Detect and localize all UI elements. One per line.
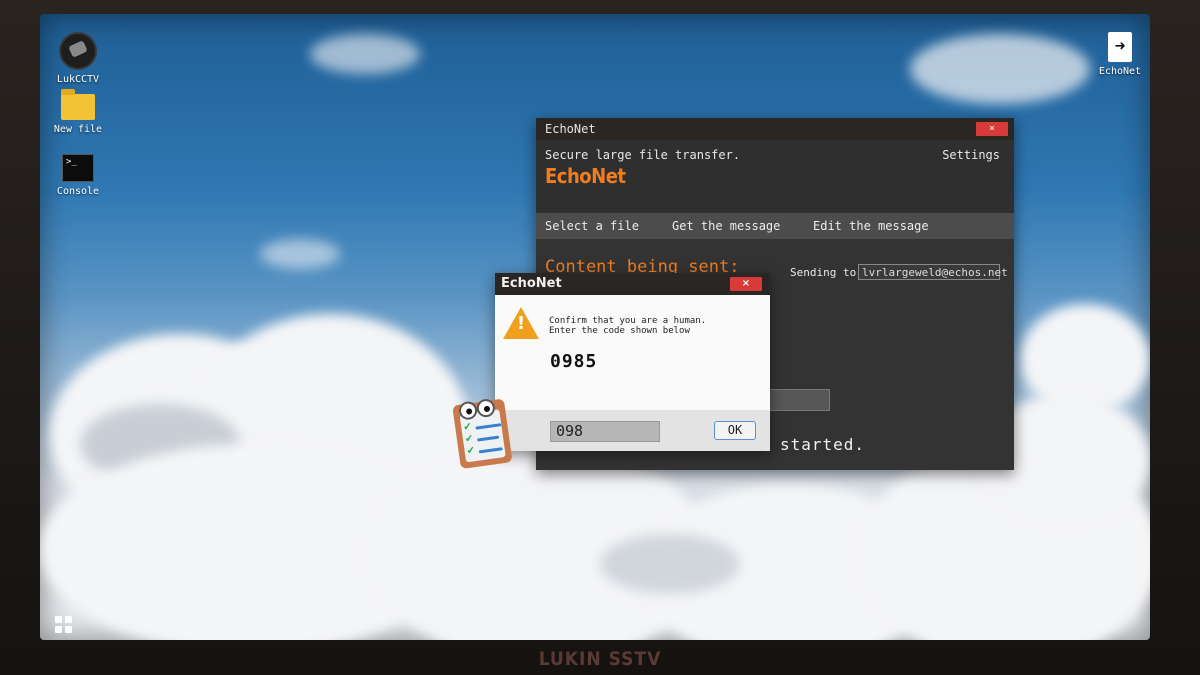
app-subtitle: Secure large file transfer. xyxy=(545,148,741,162)
tab-bar: Select a file Get the message Edit the m… xyxy=(536,213,1014,239)
exit-arrow-icon: ➜ xyxy=(1108,32,1132,62)
desktop-icon-label: New file xyxy=(53,124,103,135)
code-input[interactable]: 098 xyxy=(550,421,660,442)
monitor-brand: LUKIN SSTV xyxy=(538,648,662,670)
message-line: Enter the code shown below xyxy=(549,326,690,336)
tab-get-message[interactable]: Get the message xyxy=(672,213,780,239)
ok-button[interactable]: OK xyxy=(714,421,756,440)
dialog-title: EchoNet xyxy=(501,276,562,291)
desktop-icon-console[interactable]: >_ Console xyxy=(42,154,114,197)
dialog-titlebar[interactable]: EchoNet × xyxy=(495,273,770,295)
dialog-close-button[interactable]: × xyxy=(730,277,762,291)
desktop-icon-echonet[interactable]: ➜ EchoNet xyxy=(1084,32,1156,77)
verification-code: 0985 xyxy=(550,351,598,372)
desktop-icon-label: LukCCTV xyxy=(56,74,100,85)
recipient-field[interactable]: lvrlargeweld@echos.net xyxy=(858,264,1008,280)
window-titlebar[interactable]: EchoNet × xyxy=(536,118,1014,140)
clipboard-assistant-icon[interactable]: ✔ ✔ ✔ xyxy=(447,392,514,470)
progress-field xyxy=(766,389,830,411)
desktop-icon-lukcctv[interactable]: LukCCTV xyxy=(42,32,114,85)
desktop-icon-label: Console xyxy=(56,186,100,197)
desktop-icon-new-file[interactable]: New file xyxy=(42,89,114,135)
warning-exclamation: ! xyxy=(516,313,526,334)
start-menu-button[interactable] xyxy=(55,616,73,634)
terminal-icon: >_ xyxy=(62,154,94,182)
desktop-icon-label: EchoNet xyxy=(1098,66,1142,77)
message-line: Confirm that you are a human. xyxy=(549,316,707,326)
cctv-camera-icon xyxy=(59,32,97,70)
app-header: Secure large file transfer. Settings Ech… xyxy=(536,140,1014,213)
settings-link[interactable]: Settings xyxy=(942,148,1000,162)
captcha-dialog: EchoNet × ! Confirm that you are a human… xyxy=(495,273,770,451)
window-title: EchoNet xyxy=(545,122,596,136)
tab-edit-message[interactable]: Edit the message xyxy=(813,213,929,239)
dialog-message: Confirm that you are a human. Enter the … xyxy=(549,316,706,336)
close-button[interactable]: × xyxy=(976,122,1008,136)
app-logo: EchoNet xyxy=(545,164,626,188)
sending-to-label: Sending to: xyxy=(790,266,863,279)
status-text: started. xyxy=(780,435,866,454)
dialog-footer: 098 OK xyxy=(495,410,770,451)
folder-icon xyxy=(61,89,95,120)
tab-select-file[interactable]: Select a file xyxy=(545,213,639,239)
